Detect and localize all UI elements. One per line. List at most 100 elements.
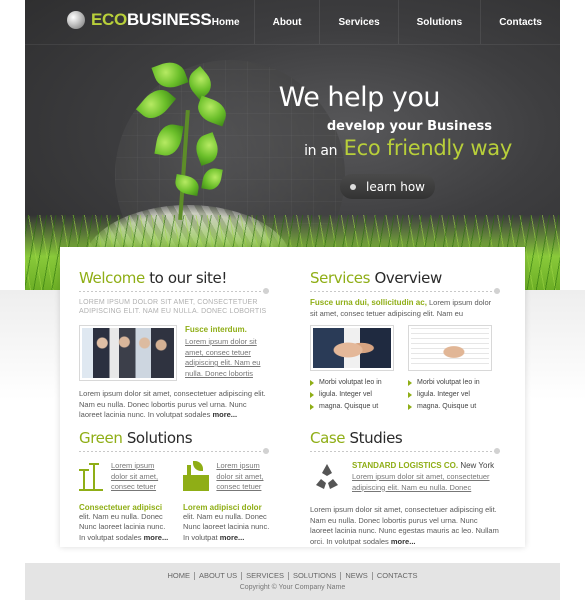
hero-headline: We help you develop your Business in an … [278,82,513,160]
welcome-feature-link[interactable]: Lorem ipsum dolor sit amet, consec tetue… [185,337,269,379]
services-lead-accent: Fusce urna dui, sollicitudin ac, [310,298,427,307]
green-item-1-link[interactable]: Lorem ipsum dolor sit amet, consec tetue… [111,461,171,493]
headline-line-3-eco: Eco friendly way [343,136,513,160]
welcome-body: Lorem ipsum dolor sit amet, consectetuer… [79,389,269,421]
handshake-photo-image [313,328,391,368]
services-item-right: Morbi volutpat leo in ligula. Integer ve… [408,325,492,413]
services-title: Services Overview [310,269,500,287]
welcome-section: Welcome to our site! LOREM IPSUM DOLOR S… [79,269,269,421]
welcome-feature-text: Fusce interdum. Lorem ipsum dolor sit am… [185,325,269,381]
cases-title-rest: Studies [349,429,403,447]
list-item: ligula. Integer vel [408,389,492,401]
footer-link-news[interactable]: NEWS [340,572,372,580]
services-title-accent: Services [310,269,371,287]
footer-link-contacts[interactable]: CONTACTS [371,572,422,580]
green-item-2-link[interactable]: Lorem ipsum dolor sit amet, consec tetue… [216,461,275,493]
green-title-accent: Green [79,429,123,447]
green-item-2: Lorem ipsum dolor sit amet, consec tetue… [183,461,275,543]
green-title-rest: Solutions [126,429,193,447]
divider [310,288,500,294]
green-item-2-body: elit. Nam eu nulla. Donec Nunc laoreet l… [183,512,275,544]
services-list-left: Morbi volutpat leo in ligula. Integer ve… [310,377,394,413]
recycle-icon [316,464,338,489]
welcome-caps-text: LOREM IPSUM DOLOR SIT AMET, CONSECTETUER… [79,299,267,315]
list-item: Morbi volutpat leo in [310,377,394,389]
cases-title-accent: Case [310,429,346,447]
green-item-2-more-link[interactable]: more... [220,533,245,542]
nav-solutions[interactable]: Solutions [397,0,481,44]
nav-divider [25,44,560,45]
list-item: magna. Quisque ut [310,401,394,413]
green-items: Lorem ipsum dolor sit amet, consec tetue… [79,461,269,543]
handshake-photo [310,325,394,371]
headline-line-1: We help you [278,82,441,113]
welcome-feature-title: Fusce interdum. [185,325,247,334]
case-company: STANDARD LOGISTICS CO. New York [352,461,500,470]
team-photo-image [82,328,174,378]
nav-contacts[interactable]: Contacts [480,0,560,44]
headline-line-3: in an Eco friendly way [279,136,512,160]
green-item-1-top: Lorem ipsum dolor sit amet, consec tetue… [79,461,171,493]
document-photo-image [411,328,489,368]
services-photos: Morbi volutpat leo in ligula. Integer ve… [310,325,500,413]
headline-line-2: develop your Business [326,119,492,134]
welcome-title: Welcome to our site! [79,269,269,287]
case-feature-text: STANDARD LOGISTICS CO. New York Lorem ip… [352,461,500,495]
case-company-name: STANDARD LOGISTICS CO. [352,461,459,470]
footer-link-home[interactable]: HOME [163,572,194,580]
services-lead: Fusce urna dui, sollicitudin ac, Lorem i… [310,298,500,319]
footer-link-solutions[interactable]: SOLUTIONS [287,572,340,580]
bullet-dot-icon [350,183,356,190]
logo[interactable]: ECOBUSINESS [67,10,212,30]
cases-more-link[interactable]: more... [391,537,416,546]
green-item-1-more-link[interactable]: more... [144,533,169,542]
headline-line-3-prefix: in an [304,143,338,159]
divider [79,448,269,454]
list-item: magna. Quisque ut [408,401,492,413]
green-item-2-title: Lorem adipisci dolor [183,502,262,512]
services-item-left: Morbi volutpat leo in ligula. Integer ve… [310,325,394,413]
welcome-title-rest: to our site! [149,269,227,287]
cases-body: Lorem ipsum dolor sit amet, consectetuer… [310,505,500,547]
welcome-more-link[interactable]: more... [212,410,237,419]
case-company-link[interactable]: Lorem ipsum dolor sit amet, consectetuer… [352,472,500,493]
nav-about[interactable]: About [253,0,320,44]
nav-services[interactable]: Services [319,0,397,44]
case-company-city: New York [460,461,495,470]
services-list-right: Morbi volutpat leo in ligula. Integer ve… [408,377,492,413]
main-nav: Home About Services Solutions Contacts [198,0,560,44]
divider [310,448,500,454]
factory-leaf-icon [183,461,209,491]
footer-link-services[interactable]: SERVICES [241,572,288,580]
divider [79,288,269,294]
cases-title: Case Studies [310,429,500,447]
welcome-title-accent: Welcome [79,269,145,287]
green-item-2-top: Lorem ipsum dolor sit amet, consec tetue… [183,461,275,493]
globe-logo-icon [67,11,85,29]
green-item-1-body: elit. Nam eu nulla. Donec Nunc laoreet l… [79,512,171,544]
cases-section: Case Studies STANDARD LOGISTICS CO. New … [310,429,500,547]
welcome-feature: Fusce interdum. Lorem ipsum dolor sit am… [79,325,269,381]
logo-eco-text: ECO [91,10,127,29]
welcome-body-text: Lorem ipsum dolor sit amet, consectetuer… [79,389,266,419]
case-feature: STANDARD LOGISTICS CO. New York Lorem ip… [310,461,500,495]
learn-how-label: learn how [366,179,425,194]
nav-home[interactable]: Home [198,0,254,44]
footer-links: HOME ABOUT US SERVICES SOLUTIONS NEWS CO… [25,572,560,580]
services-title-rest: Overview [374,269,442,287]
footer: HOME ABOUT US SERVICES SOLUTIONS NEWS CO… [25,563,560,600]
learn-how-button[interactable]: learn how [340,174,435,199]
green-section: Green Solutions Lorem ipsum dolor sit am… [79,429,269,543]
logo-text: ECOBUSINESS [91,10,212,30]
green-title: Green Solutions [79,429,269,447]
list-item: Morbi volutpat leo in [408,377,492,389]
footer-link-about[interactable]: ABOUT US [193,572,241,580]
copyright: Copyright © Your Company Name [239,584,346,591]
services-section: Services Overview Fusce urna dui, sollic… [310,269,500,413]
wind-turbine-icon [79,461,103,491]
green-item-1: Lorem ipsum dolor sit amet, consec tetue… [79,461,171,543]
list-item: ligula. Integer vel [310,389,394,401]
content-panel: Welcome to our site! LOREM IPSUM DOLOR S… [60,247,525,547]
document-photo [408,325,492,371]
green-item-1-title: Consectetuer adipisci [79,502,163,512]
